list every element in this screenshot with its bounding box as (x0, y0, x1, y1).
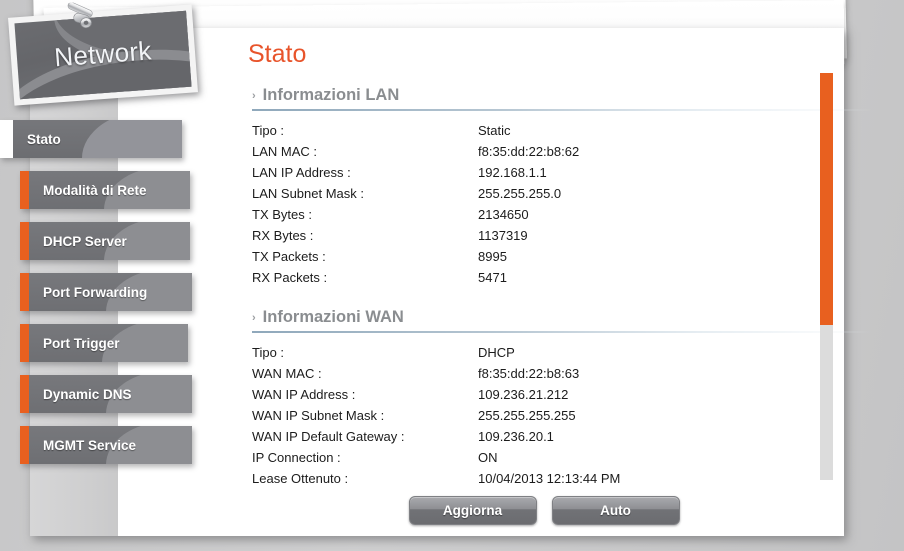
sidebar-item-label: Port Forwarding (43, 284, 148, 300)
info-value: 192.168.1.1 (478, 165, 547, 180)
info-value: 1137319 (478, 228, 528, 243)
info-value: 2134650 (478, 207, 529, 222)
section-lan-heading: › Informazioni LAN (252, 86, 872, 109)
sidebar-item-label: MGMT Service (43, 437, 137, 453)
auto-button[interactable]: Auto (551, 496, 680, 525)
sidebar-item-label: DHCP Server (43, 233, 127, 249)
section-wan-heading: › Informazioni WAN (252, 308, 872, 331)
info-value: 5471 (478, 270, 507, 285)
info-value: Static (478, 123, 511, 138)
sidebar-item-label: Port Trigger (43, 335, 120, 351)
info-row: TX Bytes : 2134650 (252, 204, 872, 225)
info-value: 8995 (478, 249, 507, 264)
info-label: WAN IP Subnet Mask : (252, 408, 385, 423)
info-value: f8:35:dd:22:b8:62 (478, 144, 580, 159)
sidebar-item-body: Modalità di Rete (29, 171, 190, 209)
info-label: WAN MAC : (252, 366, 322, 381)
scrollbar-thumb[interactable] (820, 73, 833, 326)
sidebar-item-dynamic-dns[interactable]: Dynamic DNS (20, 375, 192, 413)
paperclip-icon (67, 2, 93, 29)
info-label: Tipo : (252, 345, 285, 360)
section-wan-heading-label: Informazioni WAN (262, 308, 404, 326)
info-value: DHCP (478, 345, 515, 360)
sidebar-item-accent (20, 375, 29, 413)
sidebar-item-accent (0, 120, 13, 158)
info-row: LAN IP Address : 192.168.1.1 (252, 162, 872, 183)
sidebar-item-body: Port Forwarding (29, 273, 192, 311)
section-wan-divider (252, 331, 872, 333)
sidebar-item-body: MGMT Service (29, 426, 192, 464)
info-row: Tipo : DHCP (252, 342, 872, 363)
info-value: ON (478, 450, 498, 465)
chevron-right-icon: › (252, 312, 256, 324)
info-row: LAN Subnet Mask : 255.255.255.0 (252, 183, 872, 204)
info-label: LAN IP Address : (252, 165, 351, 180)
page-background: Stato › Informazioni LAN Tipo : Static L… (0, 0, 904, 551)
sidebar-item-accent (20, 171, 29, 209)
info-row: RX Packets : 5471 (252, 267, 872, 288)
info-value: 109.236.20.1 (478, 429, 554, 444)
sidebar-item-body: Dynamic DNS (29, 375, 192, 413)
section-wan: › Informazioni WAN Tipo : DHCP WAN MAC :… (252, 308, 872, 489)
info-label: WAN IP Default Gateway : (252, 429, 405, 444)
sidebar-item-dhcp-server[interactable]: DHCP Server (20, 222, 190, 260)
sidebar-item-label: Stato (27, 131, 61, 147)
sidebar-menu: Stato Modalità di Rete DHCP Server Port … (0, 120, 200, 477)
info-row: WAN MAC : f8:35:dd:22:b8:63 (252, 363, 872, 384)
sidebar-item-label: Modalità di Rete (43, 182, 147, 198)
sidebar-item-accent (20, 426, 29, 464)
info-label: RX Bytes : (252, 228, 314, 243)
info-row: Lease Ottenuto : 10/04/2013 12:13:44 PM (252, 468, 872, 489)
refresh-button[interactable]: Aggiorna (408, 496, 537, 525)
info-row: TX Packets : 8995 (252, 246, 872, 267)
sidebar-item-label: Dynamic DNS (43, 386, 132, 402)
content-area: Stato › Informazioni LAN Tipo : Static L… (216, 28, 872, 536)
info-row: RX Bytes : 1137319 (252, 225, 872, 246)
info-value: f8:35:dd:22:b8:63 (478, 366, 580, 381)
sidebar-item-port-trigger[interactable]: Port Trigger (20, 324, 188, 362)
info-label: Lease Ottenuto : (252, 471, 349, 486)
info-row: WAN IP Subnet Mask : 255.255.255.255 (252, 405, 872, 426)
sidebar-item-body: Port Trigger (29, 324, 188, 362)
info-label: TX Packets : (252, 249, 326, 264)
info-row: WAN IP Address : 109.236.21.212 (252, 384, 872, 405)
section-lan: › Informazioni LAN Tipo : Static LAN MAC… (252, 86, 872, 288)
info-row: LAN MAC : f8:35:dd:22:b8:62 (252, 141, 872, 162)
section-lan-heading-label: Informazioni LAN (262, 86, 400, 104)
info-value: 10/04/2013 12:13:44 PM (478, 471, 621, 486)
sidebar-item-port-forwarding[interactable]: Port Forwarding (20, 273, 192, 311)
info-label: LAN MAC : (252, 144, 318, 159)
info-label: LAN Subnet Mask : (252, 186, 364, 201)
section-lan-divider (252, 109, 872, 111)
button-bar: Aggiorna Auto (216, 496, 844, 525)
info-label: RX Packets : (252, 270, 328, 285)
info-value: 109.236.21.212 (478, 387, 569, 402)
info-value: 255.255.255.0 (478, 186, 562, 201)
sidebar-item-stato[interactable]: Stato (0, 120, 182, 158)
sidebar-item-accent (20, 273, 29, 311)
sidebar-item-body: DHCP Server (29, 222, 190, 260)
chevron-right-icon: › (252, 90, 256, 102)
info-label: TX Bytes : (252, 207, 312, 222)
info-label: Tipo : (252, 123, 285, 138)
sidebar-item-mgmt-service[interactable]: MGMT Service (20, 426, 192, 464)
sidebar-item-body: Stato (13, 120, 182, 158)
vertical-scrollbar[interactable] (820, 73, 833, 480)
info-row: WAN IP Default Gateway : 109.236.20.1 (252, 426, 872, 447)
sidebar-item-accent (20, 222, 29, 260)
info-row: IP Connection : ON (252, 447, 872, 468)
info-row: Tipo : Static (252, 120, 872, 141)
sidebar-item-accent (20, 324, 29, 362)
info-label: IP Connection : (252, 450, 341, 465)
page-title: Stato (248, 40, 307, 68)
sidebar-item-modalita-di-rete[interactable]: Modalità di Rete (20, 171, 190, 209)
info-label: WAN IP Address : (252, 387, 356, 402)
info-value: 255.255.255.255 (478, 408, 576, 423)
